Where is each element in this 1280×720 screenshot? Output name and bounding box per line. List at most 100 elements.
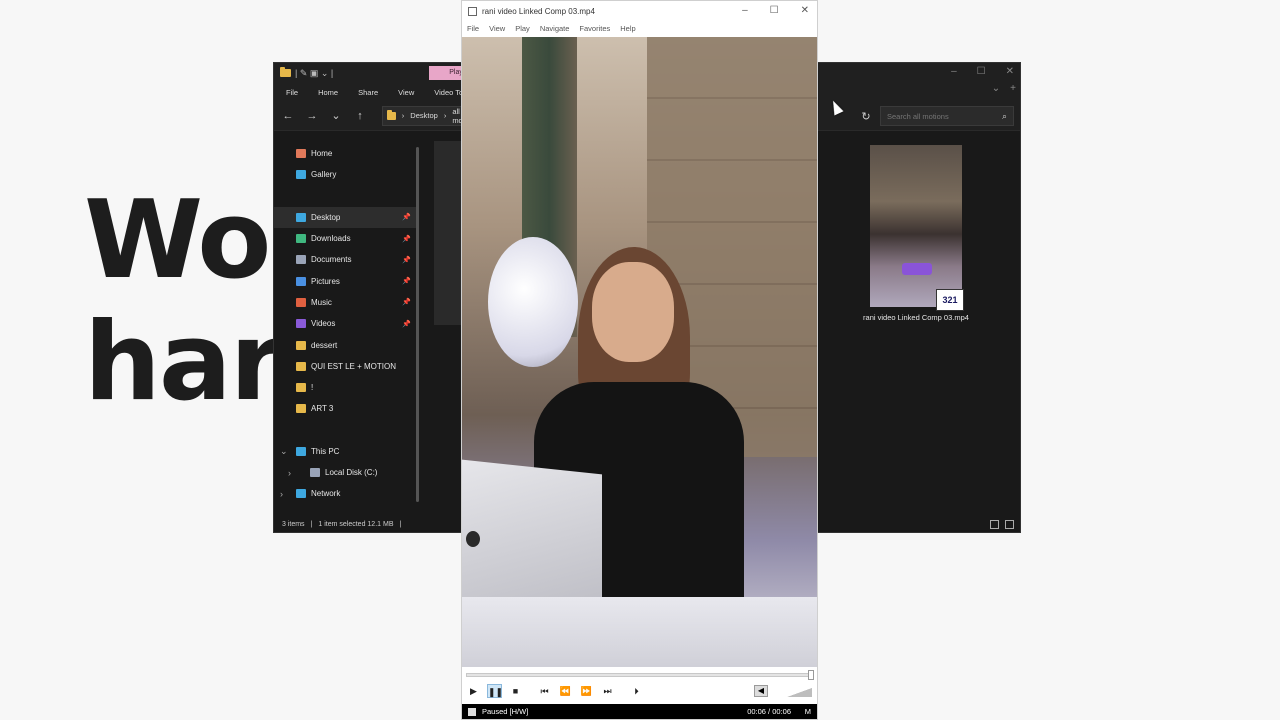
status-divider: | — [399, 520, 402, 528]
ribbon-right-controls: ⌄ + — [992, 83, 1016, 94]
rewind-icon[interactable]: ⏪ — [558, 684, 573, 698]
minimize-icon[interactable]: – — [951, 66, 957, 77]
sidebar-item-network[interactable]: › Network — [274, 483, 419, 504]
menu-navigate[interactable]: Navigate — [540, 24, 570, 33]
menu-play[interactable]: Play — [515, 24, 530, 33]
sidebar-item-label: Home — [311, 149, 333, 159]
sidebar-item-label: Local Disk (C:) — [325, 468, 378, 477]
pin-icon[interactable]: 📌 — [402, 256, 411, 264]
menu-help[interactable]: Help — [620, 24, 635, 33]
sidebar-item-label: Gallery — [311, 170, 337, 180]
home-icon — [296, 149, 306, 159]
mpc-file-badge-icon: 321 — [936, 289, 964, 311]
sidebar-item-pictures[interactable]: Pictures 📌 — [274, 270, 419, 291]
previous-icon[interactable]: ⏮ — [537, 684, 552, 698]
sidebar-item-home[interactable]: Home — [274, 143, 419, 164]
qui-est-le-motion-icon — [296, 361, 306, 371]
stop-icon[interactable]: ■ — [508, 684, 523, 698]
sidebar-item-exclamation[interactable]: ! — [274, 377, 419, 398]
close-icon[interactable]: ✕ — [801, 5, 809, 16]
seek-bar[interactable] — [466, 673, 814, 677]
ribbon-tab-share[interactable]: Share — [358, 88, 378, 97]
sidebar-item-videos[interactable]: Videos 📌 — [274, 313, 419, 334]
folder-icon — [280, 67, 291, 77]
new-tab-icon[interactable]: + — [1010, 83, 1016, 94]
up-arrow-icon[interactable]: ↑ — [354, 110, 366, 122]
status-selection: 1 item selected 12.1 MB — [318, 520, 394, 528]
seek-thumb[interactable] — [808, 670, 814, 680]
sidebar-item-documents[interactable]: Documents 📌 — [274, 249, 419, 270]
sidebar-item-label: Music — [311, 297, 332, 307]
sidebar-item-local-disk-c[interactable]: › Local Disk (C:) — [274, 462, 419, 483]
breadcrumb-desktop[interactable]: Desktop — [410, 111, 438, 120]
tiles-view-icon[interactable] — [1005, 520, 1014, 529]
expand-chevron-icon[interactable]: ⌄ — [280, 446, 288, 457]
sidebar-item-this-pc[interactable]: ⌄ This PC — [274, 441, 419, 462]
close-icon[interactable]: ✕ — [1006, 66, 1014, 77]
softbox-lamp — [488, 237, 578, 367]
pin-icon[interactable]: 📌 — [402, 298, 411, 306]
quick-access-toolbar[interactable]: | ✎ ▣ ⌄ | — [295, 68, 333, 79]
downloads-icon — [296, 234, 306, 244]
sidebar-item-dessert[interactable]: dessert — [274, 334, 419, 355]
status-item-count: 3 items — [282, 520, 305, 528]
file-item-video[interactable]: 321 rani video Linked Comp 03.mp4 — [859, 145, 973, 322]
expand-chevron-icon[interactable]: › — [288, 468, 291, 478]
this-pc-icon — [296, 446, 306, 456]
sidebar-item-gallery[interactable]: Gallery — [274, 164, 419, 185]
videos-icon — [296, 319, 306, 329]
pin-icon[interactable]: 📌 — [402, 320, 411, 328]
fast-forward-icon[interactable]: ⏩ — [579, 684, 594, 698]
sidebar-item-label: QUI EST LE + MOTION — [311, 361, 396, 371]
volume-slider[interactable] — [782, 685, 812, 697]
details-view-icon[interactable] — [990, 520, 999, 529]
back-arrow-icon[interactable]: ← — [282, 110, 294, 122]
forward-arrow-icon[interactable]: → — [306, 110, 318, 122]
ribbon-tab-home[interactable]: Home — [318, 88, 338, 97]
pin-icon[interactable]: 📌 — [402, 213, 411, 221]
minimize-icon[interactable]: – — [742, 5, 748, 16]
breadcrumb-sep-icon: › — [401, 111, 405, 120]
sidebar-item-label: This PC — [311, 446, 340, 456]
play-icon[interactable]: ▶ — [466, 684, 481, 698]
sidebar-item-desktop[interactable]: Desktop 📌 — [274, 206, 419, 228]
frame-step-icon[interactable]: ⏵ — [629, 684, 644, 698]
apple-logo-icon — [466, 531, 480, 547]
ribbon-tab-file[interactable]: File — [286, 88, 298, 97]
sidebar-item-qui-est-le-motion[interactable]: QUI EST LE + MOTION — [274, 356, 419, 377]
search-icon[interactable]: ⌕ — [1002, 111, 1007, 122]
pin-icon[interactable]: 📌 — [402, 235, 411, 243]
maximize-icon[interactable]: ☐ — [977, 66, 986, 77]
sidebar-item-downloads[interactable]: Downloads 📌 — [274, 228, 419, 249]
mute-icon[interactable]: ◀ — [754, 685, 768, 697]
art-3-icon — [296, 404, 306, 414]
chevron-down-icon[interactable]: ⌄ — [992, 83, 1000, 94]
recent-chevron-icon[interactable]: ⌄ — [330, 109, 342, 122]
player-status-bar: Paused [H/W] 00:06 / 00:06 M — [462, 704, 817, 719]
sidebar-item-music[interactable]: Music 📌 — [274, 292, 419, 313]
pause-icon[interactable]: ❚❚ — [487, 684, 503, 698]
menu-favorites[interactable]: Favorites — [579, 24, 610, 33]
menu-file[interactable]: File — [467, 24, 479, 33]
search-input[interactable] — [887, 111, 987, 121]
menu-view[interactable]: View — [489, 24, 505, 33]
refresh-icon[interactable]: ↻ — [860, 110, 872, 123]
view-toggle-group — [990, 520, 1014, 529]
search-box[interactable]: ⌕ — [880, 106, 1014, 126]
maximize-icon[interactable]: ☐ — [770, 5, 779, 16]
sidebar-item-label: Documents — [311, 255, 352, 265]
navigation-pane: Home Gallery Desktop 📌 Downloads 📌 Documents 📌 P… — [274, 143, 419, 513]
pin-icon[interactable]: 📌 — [402, 277, 411, 285]
gallery-icon — [296, 170, 306, 180]
sidebar-item-label: Videos — [311, 319, 336, 329]
expand-chevron-icon[interactable]: › — [280, 489, 283, 499]
next-icon[interactable]: ⏭ — [600, 684, 615, 698]
video-frame[interactable] — [462, 37, 817, 667]
navigation-scrollbar[interactable] — [416, 147, 419, 502]
sidebar-item-label: dessert — [311, 340, 338, 350]
thumbnail-sticker — [902, 263, 932, 275]
player-title: rani video Linked Comp 03.mp4 — [482, 6, 595, 16]
pictures-icon — [296, 276, 306, 286]
ribbon-tab-view[interactable]: View — [398, 88, 414, 97]
sidebar-item-art-3[interactable]: ART 3 — [274, 398, 419, 419]
